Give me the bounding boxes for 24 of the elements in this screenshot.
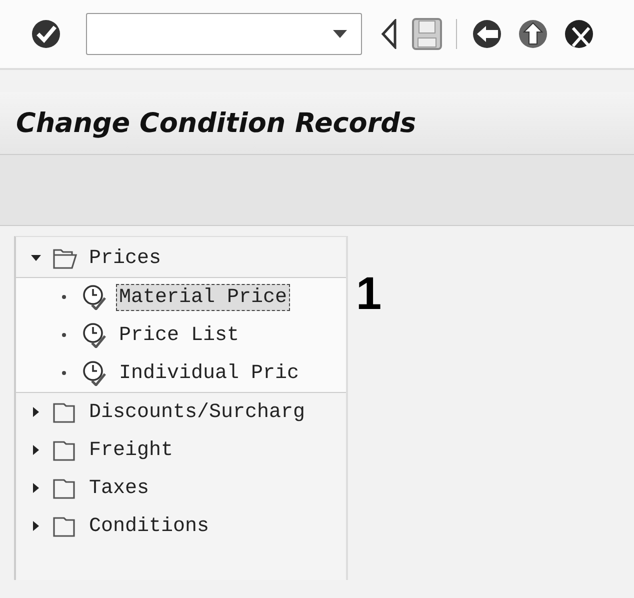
tree-item[interactable]: Taxes (86, 474, 152, 502)
checkmark-icon[interactable] (30, 18, 62, 50)
triangle-left-icon[interactable] (380, 19, 398, 49)
folder-icon (52, 438, 78, 462)
clock-check-icon (82, 322, 108, 348)
folder-icon (52, 476, 78, 500)
tree-item[interactable]: Prices (86, 244, 164, 272)
folder-icon (52, 514, 78, 538)
bullet-icon (62, 371, 66, 375)
clock-check-icon (82, 360, 108, 386)
tree-item[interactable]: Discounts/Surcharg (86, 398, 308, 426)
folder-icon (52, 400, 78, 424)
page-title: Change Condition Records (16, 108, 416, 138)
tree-item[interactable]: Material Price (116, 284, 290, 310)
bullet-icon (62, 295, 66, 299)
clock-check-icon (82, 284, 108, 310)
callout-number: 1 (356, 266, 382, 320)
folder-icon (52, 246, 78, 270)
command-field[interactable] (86, 13, 362, 55)
tree-item[interactable]: Freight (86, 436, 176, 464)
cancel-icon[interactable] (563, 18, 595, 50)
dropdown-arrow-icon[interactable] (333, 30, 347, 38)
bullet-icon (62, 333, 66, 337)
tree-item[interactable]: Conditions (86, 512, 212, 540)
